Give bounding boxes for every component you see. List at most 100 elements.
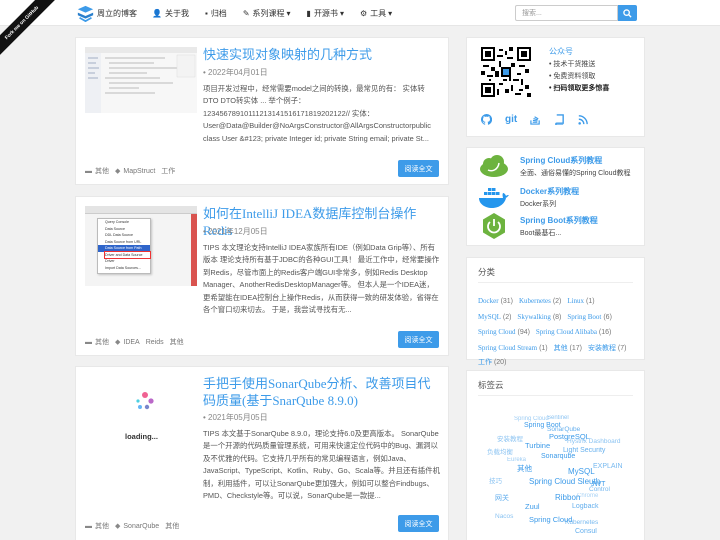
feature-title[interactable]: Spring Cloud系列教程 bbox=[520, 155, 602, 166]
tag-link[interactable]: SonarQube bbox=[123, 523, 159, 530]
tag-link[interactable]: 其他 bbox=[517, 463, 532, 474]
category-item[interactable]: 其他 (17) bbox=[554, 342, 582, 357]
category-item[interactable]: 工作 (20) bbox=[478, 356, 506, 371]
rss-icon[interactable] bbox=[578, 114, 589, 125]
tag-link[interactable]: Turbine bbox=[525, 441, 550, 450]
category-item[interactable]: Linux (1) bbox=[567, 294, 594, 310]
feature-title[interactable]: Spring Boot系列教程 bbox=[520, 215, 598, 226]
tag-link[interactable]: Reids bbox=[146, 339, 164, 346]
category-item[interactable]: Spring Cloud Alibaba (16) bbox=[536, 325, 611, 341]
read-more-button[interactable]: 阅读全文 bbox=[398, 160, 439, 177]
menu-about[interactable]: 👤 关于我 bbox=[152, 8, 189, 19]
loading-spinner-icon bbox=[136, 392, 154, 410]
feature-spring-cloud[interactable]: Spring Cloud系列教程 全面、通俗易懂的Spring Cloud教程 bbox=[476, 152, 636, 180]
feature-desc: Boot最基石... bbox=[520, 230, 562, 237]
tag-link[interactable]: Sonarqube bbox=[541, 453, 575, 460]
tag-link[interactable]: Eureka bbox=[507, 457, 526, 463]
post-date: • 2021年05月05日 bbox=[203, 413, 268, 422]
tag-link[interactable]: Control bbox=[589, 486, 610, 493]
tag-link[interactable]: Logback bbox=[572, 503, 598, 510]
tag-link[interactable]: IDEA bbox=[123, 339, 139, 346]
category-link[interactable]: 其他 bbox=[95, 166, 109, 176]
post-thumbnail[interactable]: loading... bbox=[85, 376, 197, 446]
category-item[interactable]: Docker (31) bbox=[478, 294, 513, 310]
category-item[interactable]: Kubernetes (2) bbox=[519, 294, 561, 310]
tag-link[interactable]: Nacos bbox=[495, 513, 513, 520]
spring-boot-icon bbox=[483, 213, 505, 239]
search-input[interactable] bbox=[515, 5, 618, 21]
site-logo-icon[interactable] bbox=[77, 5, 94, 22]
code-screenshot-image bbox=[85, 47, 197, 113]
tag-link[interactable]: 技巧 bbox=[489, 475, 502, 485]
tag-link[interactable]: 其他 bbox=[170, 337, 184, 347]
github-icon[interactable] bbox=[481, 114, 492, 125]
divider bbox=[478, 282, 633, 283]
category-name: Spring Boot bbox=[567, 312, 602, 321]
tag-link[interactable]: 负载均衡 bbox=[487, 446, 513, 456]
folder-icon: ▬ bbox=[85, 167, 92, 175]
menu-opensource-books[interactable]: ▮ 开源书 ▾ bbox=[307, 8, 344, 19]
category-name: MySQL bbox=[478, 312, 501, 321]
feature-docker[interactable]: Docker系列教程 Docker系列 bbox=[476, 183, 636, 211]
tag-link[interactable]: Kubernetes bbox=[565, 519, 598, 526]
tag-link[interactable]: 工作 bbox=[161, 166, 175, 176]
search-button[interactable] bbox=[618, 5, 637, 21]
category-name: 其他 bbox=[553, 344, 568, 352]
stackoverflow-icon[interactable] bbox=[530, 114, 541, 125]
post-title-link[interactable]: 快速实现对象映射的几种方式 bbox=[203, 46, 440, 63]
tag-link[interactable]: Chrome bbox=[577, 493, 598, 499]
book-icon: ▮ bbox=[306, 8, 311, 18]
site-brand[interactable]: 周立的博客 bbox=[97, 8, 137, 19]
spring-cloud-icon bbox=[480, 155, 508, 177]
menu-courses[interactable]: ✎ 系列课程 ▾ bbox=[243, 8, 291, 19]
read-more-button[interactable]: 阅读全文 bbox=[398, 331, 439, 348]
tag-link[interactable]: EXPLAIN bbox=[593, 463, 623, 470]
chevron-down-icon: ▾ bbox=[388, 8, 393, 18]
category-link[interactable]: 其他 bbox=[95, 521, 109, 531]
tag-link[interactable]: Hystrix Dashboard bbox=[567, 438, 620, 445]
feature-title[interactable]: Docker系列教程 bbox=[520, 186, 579, 197]
post-thumbnail[interactable]: Query Console Data Source DDL Data Sourc… bbox=[85, 206, 197, 286]
feature-spring-boot[interactable]: Spring Boot系列教程 Boot最基石... bbox=[476, 212, 636, 240]
user-icon: 👤 bbox=[152, 8, 162, 18]
category-count: (1) bbox=[586, 298, 595, 305]
category-item[interactable]: Skywalking (8) bbox=[517, 310, 561, 326]
folder-icon: ▬ bbox=[85, 522, 92, 530]
category-item[interactable]: 安装教程 (7) bbox=[588, 342, 627, 357]
post-card: loading... 手把手使用SonarQube分析、改善项目代码质量(基于S… bbox=[75, 366, 449, 540]
post-date: • 2021年12月05日 bbox=[203, 227, 268, 236]
category-item[interactable]: Spring Cloud (94) bbox=[478, 325, 530, 341]
read-more-button[interactable]: 阅读全文 bbox=[398, 515, 439, 532]
tag-cloud-widget: 标签云 Spring Cloud Sentinel Spring Boot So… bbox=[466, 370, 645, 540]
tag-link[interactable]: Consul bbox=[575, 528, 597, 535]
tag-link[interactable]: 其他 bbox=[165, 521, 179, 531]
book-icon[interactable] bbox=[554, 114, 565, 125]
tag-icon: ◆ bbox=[115, 523, 121, 530]
post-thumbnail[interactable] bbox=[85, 47, 197, 113]
category-count: (2) bbox=[552, 298, 562, 305]
menu-label: 关于我 bbox=[164, 8, 189, 18]
tag-link[interactable]: MySQL bbox=[568, 467, 595, 476]
menu-tools[interactable]: ⚙ 工具 ▾ bbox=[360, 8, 392, 19]
tag-link[interactable]: 安装教程 bbox=[497, 433, 523, 443]
tag-link[interactable]: Sentinel bbox=[547, 415, 569, 421]
post-date: • 2022年04月01日 bbox=[203, 68, 268, 77]
menu-archive[interactable]: ▪ 归档 bbox=[205, 8, 227, 19]
categories-title: 分类 bbox=[478, 267, 496, 277]
tag-link[interactable]: 网关 bbox=[495, 493, 509, 503]
category-count: (20) bbox=[493, 359, 507, 366]
category-item[interactable]: Spring Cloud Stream (1) bbox=[478, 341, 548, 357]
post-card: Query Console Data Source DDL Data Sourc… bbox=[75, 196, 449, 356]
tag-link[interactable]: Zuul bbox=[525, 502, 540, 511]
post-tags: ▬ 其他 ◆ IDEA Reids 其他 bbox=[85, 337, 190, 347]
category-name: 安装教程 bbox=[587, 344, 616, 352]
category-count: (31) bbox=[500, 298, 514, 305]
category-count: (8) bbox=[552, 313, 562, 321]
category-link[interactable]: 其他 bbox=[95, 337, 109, 347]
category-item[interactable]: Spring Boot (6) bbox=[567, 310, 612, 326]
tag-link[interactable]: Spring Cloud Sleuth bbox=[529, 477, 600, 486]
tag-link[interactable]: MapStruct bbox=[123, 168, 155, 175]
git-icon[interactable]: git bbox=[505, 114, 517, 125]
post-title-link[interactable]: 手把手使用SonarQube分析、改善项目代码质量(基于SnarQube 8.9… bbox=[203, 375, 440, 409]
category-item[interactable]: MySQL (2) bbox=[478, 310, 511, 326]
